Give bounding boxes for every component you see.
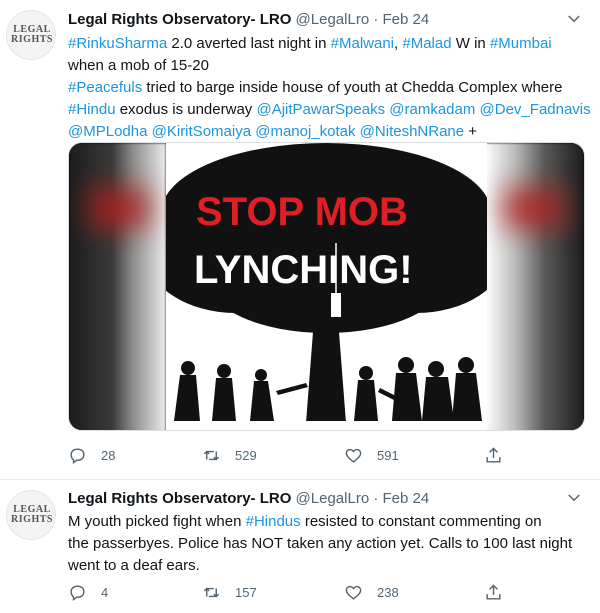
text-segment: the passerbyes. Police has NOT taken any… — [68, 535, 573, 552]
text-segment: 2.0 averted last night in — [167, 35, 331, 52]
text-segment: when a mob of 15-20 — [68, 57, 209, 74]
tweet-text-line: M youth picked fight when #Hindus resist… — [68, 511, 588, 533]
mention-link[interactable]: @Dev_Fadnavis — [480, 101, 591, 118]
more-icon[interactable] — [564, 10, 584, 30]
like-icon — [345, 448, 362, 463]
tweet-text-line: @MPLodha @KiritSomaiya @manoj_kotak @Nit… — [68, 121, 588, 143]
more-icon[interactable] — [564, 489, 584, 509]
tweet-date[interactable]: Feb 24 — [383, 11, 430, 28]
tweet-image[interactable]: STOP MOB LYNCHING! — [68, 142, 585, 431]
like-button[interactable]: 591 — [344, 445, 399, 465]
mention-link[interactable]: @ramkadam — [389, 101, 475, 118]
author-handle[interactable]: @LegalLro — [296, 11, 370, 28]
tweet-date[interactable]: Feb 24 — [383, 490, 430, 507]
tweet-header: Legal Rights Observatory- LRO @LegalLro … — [68, 489, 429, 509]
like-icon — [345, 585, 362, 600]
tweet-actions: 28 529 591 — [68, 445, 508, 465]
tweet-text-line: #Hindu exodus is underway @AjitPawarSpea… — [68, 99, 591, 121]
share-button[interactable] — [484, 582, 503, 602]
image-blur-right — [485, 143, 584, 430]
text-segment: tried to barge inside house of youth at … — [142, 79, 563, 96]
text-segment: exodus is underway — [115, 101, 257, 118]
text-segment: resisted to constant commenting on — [300, 513, 542, 530]
tweet-text-line: #Peacefuls tried to barge inside house o… — [68, 77, 588, 99]
tweet-text-line: the passerbyes. Police has NOT taken any… — [68, 533, 588, 555]
text-segment: + — [464, 123, 478, 140]
hashtag-link[interactable]: #RinkuSharma — [68, 35, 167, 52]
like-button[interactable]: 238 — [344, 582, 399, 602]
poster-headline-1: STOP MOB — [196, 190, 408, 234]
text-segment: went to a deaf ears. — [68, 557, 200, 574]
reply-button[interactable]: 4 — [68, 582, 108, 602]
text-segment: W in — [451, 35, 490, 52]
avatar-logo-text: LEGAL RIGHTS — [11, 504, 53, 525]
image-blur-accent-right — [504, 188, 564, 228]
reply-button[interactable]: 28 — [68, 445, 115, 465]
chevron-down-icon — [568, 15, 580, 23]
hashtag-link[interactable]: #Hindu — [68, 101, 116, 118]
author-avatar[interactable]: LEGAL RIGHTS — [6, 10, 56, 60]
mention-link[interactable]: @AjitPawarSpeaks — [256, 101, 385, 118]
reply-icon — [70, 447, 85, 464]
tweet-text-line: #RinkuSharma 2.0 averted last night in #… — [68, 33, 588, 55]
share-icon — [486, 583, 501, 600]
chevron-down-icon — [568, 494, 580, 502]
stop-mob-lynching-poster: STOP MOB LYNCHING! — [166, 143, 487, 430]
header-separator: · — [373, 490, 379, 507]
mention-link[interactable]: @NiteshNRane — [360, 123, 464, 140]
retweet-icon — [203, 587, 220, 597]
hashtag-link[interactable]: #Malad — [402, 35, 451, 52]
header-separator: · — [373, 11, 379, 28]
mention-link[interactable]: @KiritSomaiya — [152, 123, 251, 140]
tweet-actions: 4 157 238 — [68, 582, 508, 602]
share-icon — [486, 446, 501, 463]
share-button[interactable] — [484, 445, 503, 465]
like-count: 238 — [377, 584, 399, 600]
avatar-logo-text: LEGAL RIGHTS — [11, 24, 53, 45]
retweet-count: 529 — [235, 447, 257, 463]
mention-link[interactable]: @manoj_kotak — [255, 123, 355, 140]
reply-count: 28 — [101, 447, 116, 463]
text-segment: M youth picked fight when — [68, 513, 246, 530]
retweet-count: 157 — [235, 584, 257, 600]
author-name[interactable]: Legal Rights Observatory- LRO — [68, 490, 291, 507]
tweet-2[interactable]: LEGAL RIGHTS Legal Rights Observatory- L… — [0, 480, 600, 613]
author-name[interactable]: Legal Rights Observatory- LRO — [68, 11, 291, 28]
tweet-text-line: went to a deaf ears. — [68, 555, 588, 577]
hashtag-link[interactable]: #Peacefuls — [68, 79, 142, 96]
reply-count: 4 — [101, 584, 109, 600]
like-count: 591 — [377, 447, 399, 463]
author-handle[interactable]: @LegalLro — [296, 490, 370, 507]
tweet-text: #RinkuSharma 2.0 averted last night in #… — [68, 33, 591, 143]
author-avatar[interactable]: LEGAL RIGHTS — [6, 490, 56, 540]
poster-illustration: STOP MOB LYNCHING! — [166, 143, 487, 430]
tweet-text: M youth picked fight when #Hindus resist… — [68, 511, 588, 577]
tweet-1[interactable]: LEGAL RIGHTS Legal Rights Observatory- L… — [0, 0, 600, 480]
hashtag-link[interactable]: #Malwani — [331, 35, 394, 52]
tweet-text-line: when a mob of 15-20 — [68, 55, 588, 77]
retweet-icon — [203, 450, 220, 460]
hashtag-link[interactable]: #Mumbai — [490, 35, 552, 52]
reply-icon — [70, 584, 85, 601]
tweet-header: Legal Rights Observatory- LRO @LegalLro … — [68, 10, 429, 30]
image-blur-left — [69, 143, 166, 430]
image-blur-accent-left — [89, 188, 149, 228]
retweet-button[interactable]: 157 — [202, 582, 257, 602]
hashtag-link[interactable]: #Hindus — [246, 513, 301, 530]
mention-link[interactable]: @MPLodha — [68, 123, 147, 140]
retweet-button[interactable]: 529 — [202, 445, 257, 465]
poster-headline-2: LYNCHING! — [194, 248, 413, 292]
